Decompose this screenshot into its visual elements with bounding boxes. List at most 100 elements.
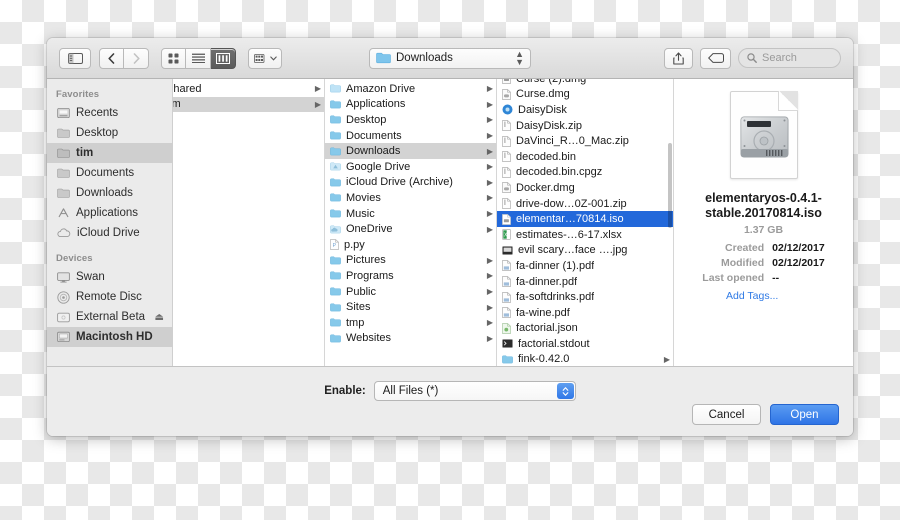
list-item[interactable]: evil scary…face ….jpg (497, 243, 673, 259)
sidebar-item-icloud-drive[interactable]: iCloud Drive (47, 223, 172, 243)
enable-label: Enable: (324, 385, 366, 397)
list-view-button[interactable] (186, 47, 211, 69)
sidebar-toggle-button[interactable] (59, 47, 91, 69)
list-item[interactable]: Pictures ▶ (325, 253, 496, 269)
list-item[interactable]: DaVinci_R…0_Mac.zip (497, 133, 673, 149)
column-files[interactable]: Curse (2).dmg Curse.dmg DaisyDisk DaisyD… (497, 79, 674, 366)
row-label: tmp (346, 316, 365, 329)
sidebar-item-tim[interactable]: tim (47, 143, 172, 163)
list-item[interactable]: X estimates-…6-17.xlsx (497, 227, 673, 243)
list-item[interactable]: drive-dow…0Z-001.zip (497, 196, 673, 212)
app-icon (502, 104, 513, 115)
back-button[interactable] (99, 47, 124, 69)
list-item[interactable]: DaisyDisk.zip (497, 118, 673, 134)
list-item[interactable]: Websites ▶ (325, 331, 496, 347)
list-item[interactable]: Desktop ▶ (325, 112, 496, 128)
list-item[interactable]: Amazon Drive ▶ (325, 81, 496, 97)
list-item[interactable]: Sites ▶ (325, 299, 496, 315)
list-item[interactable]: iCloud Drive (Archive) ▶ (325, 175, 496, 191)
zip-icon (502, 151, 511, 163)
sidebar-item-macintosh-hd[interactable]: Macintosh HD (47, 327, 172, 347)
list-item[interactable]: Google Drive ▶ (325, 159, 496, 175)
row-label: Shared (173, 82, 202, 95)
file-type-filter-select[interactable]: All Files (*) (373, 381, 576, 401)
chevron-left-icon (108, 52, 115, 64)
folder-icon (57, 188, 70, 199)
list-item[interactable]: factorial.stdout (497, 336, 673, 352)
sidebar-item-recents[interactable]: Recents (47, 103, 172, 123)
zip-icon (502, 120, 511, 131)
column-row-tim[interactable]: tim ▶ (173, 96, 324, 113)
share-button[interactable] (664, 47, 693, 69)
row-label: drive-dow…0Z-001.zip (516, 197, 627, 210)
search-icon (747, 53, 757, 63)
sidebar-group-header-devices: Devices (56, 253, 93, 264)
column-view-button[interactable] (211, 47, 236, 69)
list-item-downloads[interactable]: Downloads ▶ (325, 143, 496, 159)
meta-value: -- (772, 271, 780, 284)
chevron-right-icon: ▶ (486, 271, 493, 281)
column-shared[interactable]: Shared ▶ tim ▶ (173, 79, 325, 366)
list-item[interactable]: Curse (2).dmg (497, 79, 673, 87)
files-scrollbar[interactable] (668, 81, 672, 364)
column-folders[interactable]: Amazon Drive ▶ Applications ▶ Desktop ▶ … (325, 79, 497, 366)
sidebar-item-swan[interactable]: Swan (47, 267, 172, 287)
list-item[interactable]: Movies ▶ (325, 190, 496, 206)
dialog-buttons: Cancel Open (692, 404, 839, 425)
list-item[interactable]: Curse.dmg (497, 87, 673, 103)
list-item[interactable]: Music ▶ (325, 206, 496, 222)
forward-button[interactable] (124, 47, 149, 69)
icon-view-button[interactable] (161, 47, 186, 69)
row-label: fa-wine.pdf (516, 306, 570, 319)
open-button[interactable]: Open (770, 404, 839, 425)
stepper-icon: ▲ ▼ (515, 49, 524, 67)
sidebar-item-desktop[interactable]: Desktop (47, 123, 172, 143)
column-view-icon (216, 52, 230, 64)
folder-icon (330, 193, 341, 202)
display-icon (57, 271, 70, 283)
list-item[interactable]: Applications ▶ (325, 97, 496, 113)
file-open-dialog: Downloads ▲ ▼ Search Favorites Recents D… (47, 38, 853, 436)
folder-icon (330, 115, 341, 124)
arrange-button[interactable] (248, 47, 282, 69)
list-item[interactable]: OneDrive ▶ (325, 221, 496, 237)
list-item-selected-iso[interactable]: elementar…70814.iso (497, 211, 673, 227)
add-tags-link[interactable]: Add Tags... (674, 290, 778, 302)
google-drive-icon (330, 162, 341, 171)
folder-icon (57, 128, 70, 139)
eject-icon[interactable]: ⏏ (155, 312, 164, 323)
sidebar-item-external-beta[interactable]: External Beta ⏏ (47, 307, 172, 327)
list-item[interactable]: Programs ▶ (325, 268, 496, 284)
list-item[interactable]: tmp ▶ (325, 315, 496, 331)
list-item[interactable]: P p.py (325, 237, 496, 253)
sidebar-item-downloads[interactable]: Downloads (47, 183, 172, 203)
list-item[interactable]: factorial.json (497, 321, 673, 337)
list-item[interactable]: fa-dinner (1).pdf (497, 258, 673, 274)
list-view-icon (191, 53, 205, 63)
chevron-right-icon: ▶ (486, 255, 493, 265)
list-item[interactable]: decoded.bin (497, 149, 673, 165)
list-item[interactable]: Docker.dmg (497, 180, 673, 196)
sidebar-item-applications[interactable]: Applications (47, 203, 172, 223)
list-item[interactable]: fa-wine.pdf (497, 305, 673, 321)
list-item[interactable]: Public ▶ (325, 284, 496, 300)
list-item[interactable]: fa-dinner.pdf (497, 274, 673, 290)
list-item[interactable]: fink-0.42.0 ▶ (497, 352, 673, 366)
search-input[interactable]: Search (738, 48, 841, 68)
sidebar-item-documents[interactable]: Documents (47, 163, 172, 183)
sidebar-item-label: Remote Disc (76, 291, 142, 303)
list-item[interactable]: fa-softdrinks.pdf (497, 289, 673, 305)
dialog-footer: Enable: All Files (*) Cancel Open (47, 366, 853, 436)
list-item[interactable]: DaisyDisk (497, 102, 673, 118)
list-item[interactable]: decoded.bin.cpgz (497, 165, 673, 181)
sidebar-item-remote-disc[interactable]: Remote Disc (47, 287, 172, 307)
row-label: Docker.dmg (516, 181, 575, 194)
cancel-button[interactable]: Cancel (692, 404, 761, 425)
tag-button[interactable] (700, 47, 731, 69)
row-label: factorial.json (516, 322, 578, 335)
column-row-shared[interactable]: Shared ▶ (173, 81, 324, 97)
chevron-right-icon: ▶ (486, 99, 493, 109)
path-popup-button[interactable]: Downloads ▲ ▼ (369, 47, 531, 69)
list-item[interactable]: Documents ▶ (325, 128, 496, 144)
scrollbar-thumb[interactable] (668, 143, 672, 229)
